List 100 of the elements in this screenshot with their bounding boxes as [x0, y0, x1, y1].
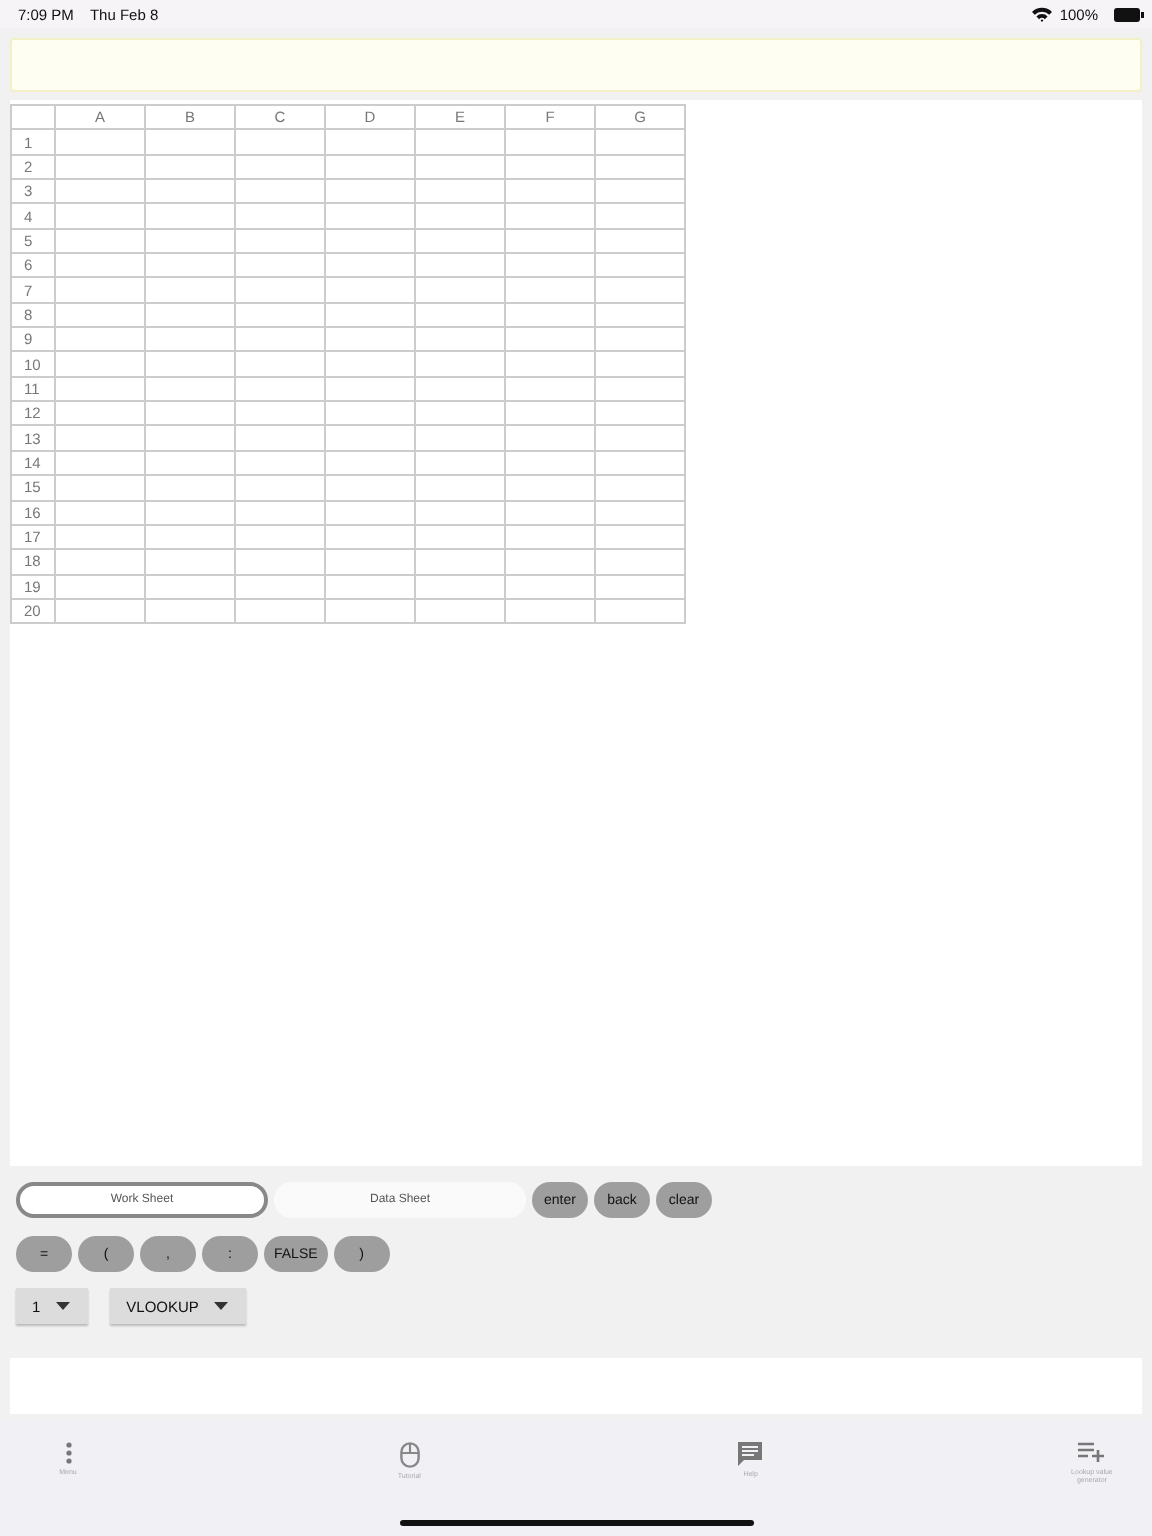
table-cell[interactable]: [234, 499, 324, 524]
table-cell[interactable]: [144, 449, 234, 475]
table-cell[interactable]: [234, 326, 324, 351]
table-cell[interactable]: [324, 375, 414, 401]
table-cell[interactable]: [144, 499, 234, 524]
table-cell[interactable]: [144, 252, 234, 277]
table-cell[interactable]: [594, 252, 684, 277]
table-cell[interactable]: [504, 548, 594, 574]
table-cell[interactable]: [234, 523, 324, 549]
table-cell[interactable]: [594, 375, 684, 401]
table-cell[interactable]: [594, 178, 684, 203]
table-cell[interactable]: [234, 597, 324, 623]
table-cell[interactable]: [324, 128, 414, 154]
table-cell[interactable]: [234, 153, 324, 179]
table-cell[interactable]: [504, 573, 594, 598]
table-cell[interactable]: [504, 276, 594, 302]
table-cell[interactable]: [144, 202, 234, 228]
table-cell[interactable]: [144, 573, 234, 598]
table-cell[interactable]: [54, 400, 144, 425]
table-cell[interactable]: [54, 326, 144, 351]
table-cell[interactable]: [594, 350, 684, 376]
table-cell[interactable]: [594, 276, 684, 302]
table-cell[interactable]: [414, 548, 504, 574]
table-cell[interactable]: [414, 128, 504, 154]
table-cell[interactable]: [144, 153, 234, 179]
table-cell[interactable]: [234, 276, 324, 302]
table-cell[interactable]: [234, 202, 324, 228]
table-cell[interactable]: [414, 523, 504, 549]
table-cell[interactable]: [414, 350, 504, 376]
table-cell[interactable]: [54, 276, 144, 302]
table-cell[interactable]: [414, 202, 504, 228]
table-cell[interactable]: [234, 227, 324, 253]
table-cell[interactable]: [414, 597, 504, 623]
table-cell[interactable]: [54, 449, 144, 475]
table-cell[interactable]: [324, 597, 414, 623]
table-cell[interactable]: [144, 326, 234, 351]
table-cell[interactable]: [324, 449, 414, 475]
table-cell[interactable]: [144, 548, 234, 574]
table-cell[interactable]: [414, 178, 504, 203]
table-cell[interactable]: [594, 449, 684, 475]
table-cell[interactable]: [504, 424, 594, 450]
table-cell[interactable]: [234, 449, 324, 475]
table-cell[interactable]: [594, 499, 684, 524]
table-cell[interactable]: [54, 499, 144, 524]
table-cell[interactable]: [594, 128, 684, 154]
table-cell[interactable]: [504, 178, 594, 203]
table-cell[interactable]: [144, 128, 234, 154]
table-cell[interactable]: [414, 301, 504, 327]
table-cell[interactable]: [594, 202, 684, 228]
table-cell[interactable]: [144, 227, 234, 253]
formula-field[interactable]: [10, 38, 1142, 92]
table-cell[interactable]: [324, 424, 414, 450]
table-cell[interactable]: [54, 474, 144, 499]
table-cell[interactable]: [324, 474, 414, 499]
table-cell[interactable]: [54, 597, 144, 623]
table-cell[interactable]: [324, 350, 414, 376]
table-cell[interactable]: [594, 573, 684, 598]
table-cell[interactable]: [234, 252, 324, 277]
table-cell[interactable]: [504, 252, 594, 277]
table-cell[interactable]: [54, 252, 144, 277]
table-cell[interactable]: [414, 227, 504, 253]
table-cell[interactable]: [414, 474, 504, 499]
table-cell[interactable]: [504, 202, 594, 228]
table-cell[interactable]: [324, 326, 414, 351]
table-cell[interactable]: [504, 128, 594, 154]
table-cell[interactable]: [234, 301, 324, 327]
table-cell[interactable]: [144, 178, 234, 203]
table-cell[interactable]: [234, 474, 324, 499]
table-cell[interactable]: [54, 202, 144, 228]
table-cell[interactable]: [504, 597, 594, 623]
table-cell[interactable]: [324, 252, 414, 277]
table-cell[interactable]: [324, 178, 414, 203]
table-cell[interactable]: [504, 523, 594, 549]
table-cell[interactable]: [234, 573, 324, 598]
table-cell[interactable]: [414, 252, 504, 277]
table-cell[interactable]: [414, 400, 504, 425]
table-cell[interactable]: [54, 153, 144, 179]
table-cell[interactable]: [54, 178, 144, 203]
table-cell[interactable]: [504, 499, 594, 524]
table-cell[interactable]: [144, 523, 234, 549]
table-cell[interactable]: [324, 227, 414, 253]
table-cell[interactable]: [324, 301, 414, 327]
table-cell[interactable]: [414, 276, 504, 302]
table-cell[interactable]: [54, 424, 144, 450]
table-cell[interactable]: [144, 350, 234, 376]
table-cell[interactable]: [414, 424, 504, 450]
table-cell[interactable]: [54, 301, 144, 327]
table-cell[interactable]: [504, 227, 594, 253]
table-cell[interactable]: [504, 350, 594, 376]
table-cell[interactable]: [234, 400, 324, 425]
table-cell[interactable]: [504, 474, 594, 499]
table-cell[interactable]: [234, 350, 324, 376]
table-cell[interactable]: [594, 227, 684, 253]
table-cell[interactable]: [234, 128, 324, 154]
table-cell[interactable]: [504, 375, 594, 401]
table-cell[interactable]: [234, 424, 324, 450]
table-cell[interactable]: [144, 375, 234, 401]
table-cell[interactable]: [594, 474, 684, 499]
table-cell[interactable]: [414, 499, 504, 524]
table-cell[interactable]: [504, 153, 594, 179]
